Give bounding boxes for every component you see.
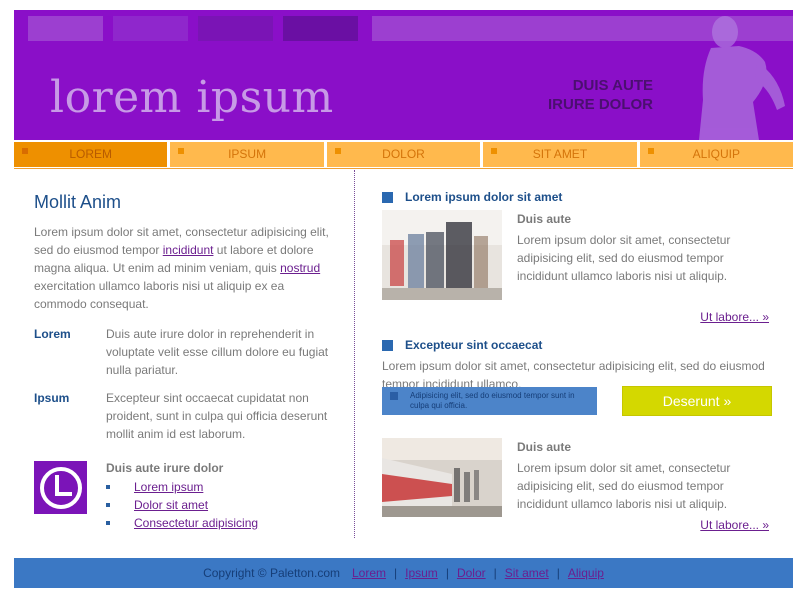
nostrud-link[interactable]: nostrud	[280, 261, 320, 275]
top-block	[283, 16, 358, 41]
nav-bullet-icon	[178, 148, 185, 154]
list-item: Consectetur adipisicing	[106, 514, 258, 532]
link-box-content: Duis aute irure dolor Lorem ipsum Dolor …	[106, 461, 258, 532]
footer-separator: |	[394, 566, 398, 580]
nav-underline	[14, 168, 793, 169]
deserunt-button[interactable]: Deserunt »	[622, 386, 772, 416]
link-box: Duis aute irure dolor Lorem ipsum Dolor …	[34, 461, 334, 532]
nav-label: DOLOR	[382, 147, 425, 161]
article-body: Duis aute Lorem ipsum dolor sit amet, co…	[517, 212, 772, 285]
list-item: Dolor sit amet	[106, 496, 258, 514]
main-nav: LOREM IPSUM DOLOR SIT AMET ALIQUIP	[14, 142, 794, 167]
left-title: Mollit Anim	[34, 192, 122, 212]
definition-description: Duis aute irure dolor in reprehenderit i…	[106, 327, 329, 377]
tagline-line-2: IRURE DOLOR	[548, 96, 653, 113]
footer-link-aliquip[interactable]: Aliquip	[568, 566, 604, 580]
article-2: Duis aute Lorem ipsum dolor sit amet, co…	[382, 438, 772, 548]
column-divider	[354, 170, 355, 538]
nav-item-lorem[interactable]: LOREM	[14, 142, 168, 167]
site-header: lorem ipsum DUIS AUTE IRURE DOLOR	[14, 10, 793, 140]
incididunt-link[interactable]: incididunt	[163, 243, 214, 257]
article-title: Duis aute	[517, 212, 572, 226]
nav-bullet-icon	[22, 148, 28, 154]
footer-link-dolor[interactable]: Dolor	[457, 566, 486, 580]
nav-bullet-icon	[647, 148, 654, 154]
article-1: Duis aute Lorem ipsum dolor sit amet, co…	[382, 210, 772, 324]
section-heading: Lorem ipsum dolor sit amet	[382, 188, 772, 206]
article-text: Lorem ipsum dolor sit amet, consectetur …	[517, 233, 731, 283]
nav-item-aliquip[interactable]: ALIQUIP	[639, 142, 794, 167]
top-block	[113, 16, 188, 41]
promo-row: Adipisicing elit, sed do eiusmod tempor …	[382, 386, 772, 416]
article-body: Duis aute Lorem ipsum dolor sit amet, co…	[517, 440, 772, 513]
top-block	[28, 16, 103, 41]
footer-separator: |	[493, 566, 497, 580]
consectetur-link[interactable]: Consectetur adipisicing	[134, 516, 258, 530]
section-heading-text: Lorem ipsum dolor sit amet	[405, 190, 563, 204]
nav-item-ipsum[interactable]: IPSUM	[170, 142, 324, 167]
nav-item-dolor[interactable]: DOLOR	[326, 142, 481, 167]
footer-link-ipsum[interactable]: Ipsum	[405, 566, 438, 580]
read-more-link[interactable]: Ut labore... »	[700, 310, 769, 324]
lorem-ipsum-link[interactable]: Lorem ipsum	[134, 480, 203, 494]
read-more-link[interactable]: Ut labore... »	[700, 518, 769, 532]
intro-text: exercitation ullamco laboris nisi ut ali…	[34, 279, 285, 311]
woman-silhouette-image	[699, 16, 785, 140]
right-column: Lorem ipsum dolor sit amet Duis aute Lor…	[382, 188, 772, 393]
footer-separator: |	[445, 566, 449, 580]
definition-ipsum: Ipsum Excepteur sint occaecat cupidatat …	[34, 389, 334, 443]
nav-bullet-icon	[491, 148, 498, 154]
square-bullet-icon	[382, 191, 393, 203]
nav-label: ALIQUIP	[692, 147, 740, 161]
link-box-title: Duis aute irure dolor	[106, 461, 224, 475]
section-heading: Excepteur sint occaecat	[382, 336, 772, 354]
site-logo[interactable]: lorem ipsum	[50, 72, 334, 123]
square-bullet-icon	[382, 339, 393, 351]
header-top-blocks	[28, 16, 358, 41]
intro-paragraph: Lorem ipsum dolor sit amet, consectetur …	[34, 223, 334, 313]
square-bullet-icon	[390, 392, 398, 400]
definition-description: Excepteur sint occaecat cupidatat non pr…	[106, 391, 328, 441]
definition-term: Lorem	[34, 327, 71, 341]
left-column: Mollit Anim Lorem ipsum dolor sit amet, …	[34, 192, 334, 532]
tagline-line-1: DUIS AUTE	[572, 77, 653, 94]
crowd-photo[interactable]	[382, 210, 502, 300]
nav-label: IPSUM	[228, 147, 267, 161]
link-list: Lorem ipsum Dolor sit amet Consectetur a…	[106, 478, 258, 532]
definition-lorem: Lorem Duis aute irure dolor in reprehend…	[34, 325, 334, 379]
definition-term: Ipsum	[34, 391, 70, 405]
footer-link-sit-amet[interactable]: Sit amet	[505, 566, 549, 580]
top-block	[198, 16, 273, 41]
nav-bullet-icon	[334, 148, 341, 154]
footer-separator: |	[556, 566, 560, 580]
dolor-sit-amet-link[interactable]: Dolor sit amet	[134, 498, 208, 512]
copyright-text: Copyright © Paletton.com	[203, 566, 340, 580]
header-tagline: DUIS AUTE IRURE DOLOR	[548, 76, 653, 114]
article-2-inner: Duis aute Lorem ipsum dolor sit amet, co…	[382, 438, 772, 548]
site-footer: Copyright © Paletton.com Lorem | Ipsum |…	[14, 558, 793, 588]
list-item: Lorem ipsum	[106, 478, 258, 496]
train-photo[interactable]	[382, 438, 502, 517]
nav-item-sit-amet[interactable]: SIT AMET	[483, 142, 637, 167]
nav-label: SIT AMET	[532, 147, 588, 161]
nav-label: LOREM	[69, 147, 113, 161]
promo-note-text: Adipisicing elit, sed do eiusmod tempor …	[410, 391, 575, 410]
clock-icon	[34, 461, 87, 514]
article-text: Lorem ipsum dolor sit amet, consectetur …	[517, 461, 731, 511]
article-title: Duis aute	[517, 440, 572, 454]
section-heading-text: Excepteur sint occaecat	[405, 338, 543, 352]
footer-link-lorem[interactable]: Lorem	[352, 566, 386, 580]
promo-note: Adipisicing elit, sed do eiusmod tempor …	[382, 387, 597, 415]
